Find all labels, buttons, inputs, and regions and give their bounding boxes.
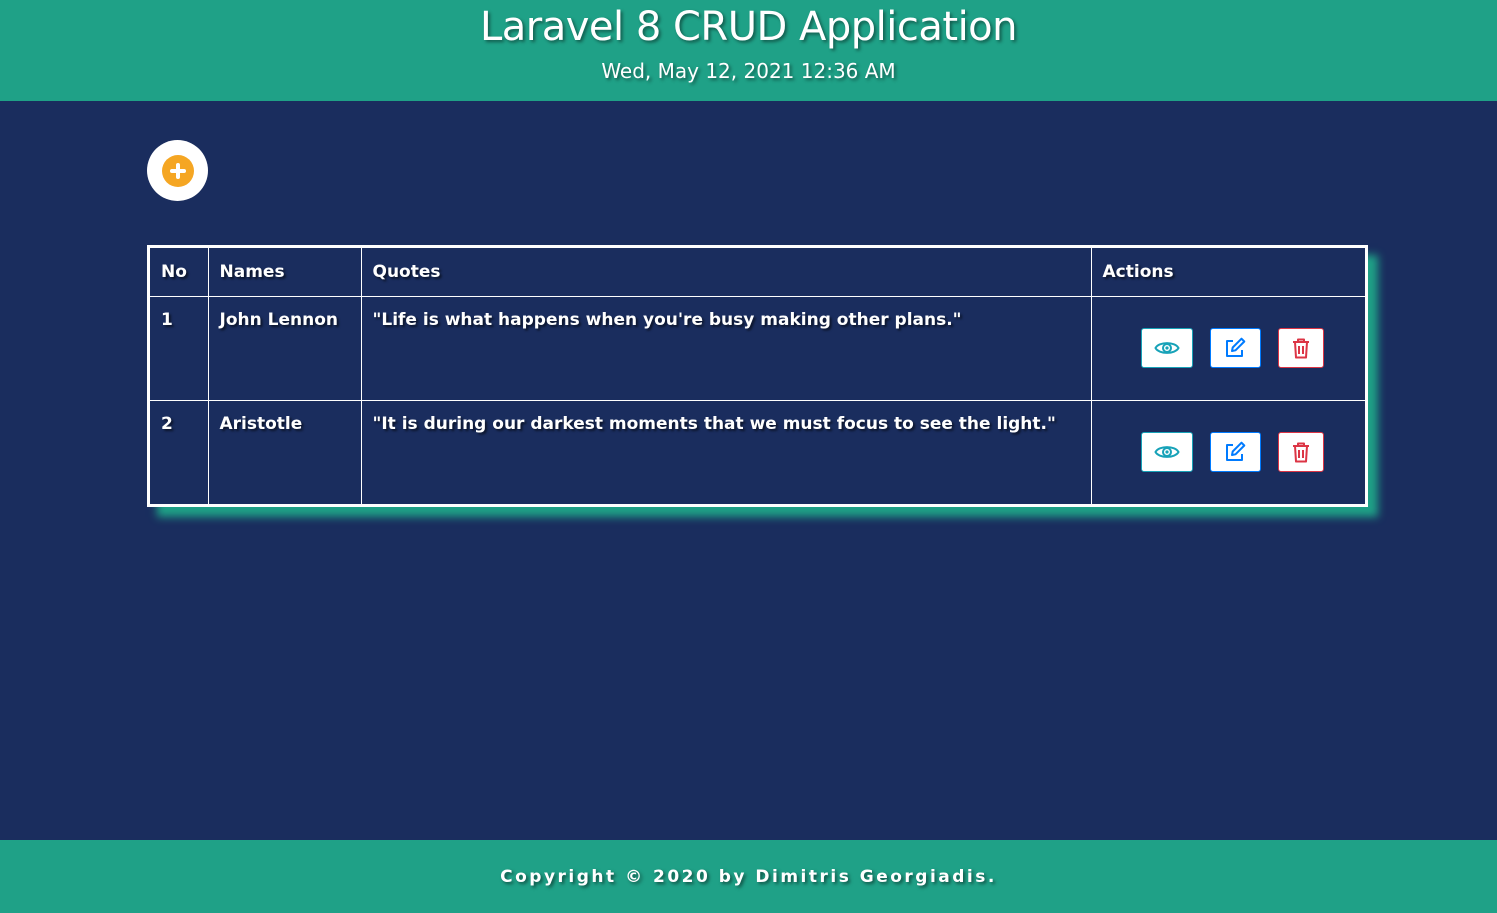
current-datetime: Wed, May 12, 2021 12:36 AM — [601, 59, 896, 83]
row-number: 1 — [150, 295, 209, 401]
table-row: 2 Aristotle "It is during our darkest mo… — [150, 399, 1365, 504]
copyright-text: Copyright © 2020 by Dimitris Georgiadis. — [500, 866, 997, 887]
view-button[interactable] — [1140, 328, 1193, 368]
row-name: Aristotle — [207, 399, 362, 504]
edit-icon — [1226, 441, 1246, 462]
delete-button[interactable] — [1277, 328, 1324, 368]
edit-button[interactable] — [1209, 432, 1261, 473]
row-number: 2 — [150, 399, 209, 504]
delete-button[interactable] — [1277, 432, 1324, 473]
column-header-actions: Actions — [1090, 248, 1365, 297]
trash-icon — [1292, 442, 1309, 463]
row-quote: "Life is what happens when you're busy m… — [360, 295, 1092, 401]
edit-icon — [1226, 337, 1246, 357]
add-quote-button[interactable] — [147, 140, 208, 201]
row-actions — [1090, 295, 1365, 401]
page-title: Laravel 8 CRUD Application — [479, 4, 1018, 50]
eye-icon — [1154, 446, 1180, 459]
quotes-table: No Names Quotes Actions 1 John Lennon "L… — [150, 248, 1365, 504]
quotes-table-container: No Names Quotes Actions 1 John Lennon "L… — [147, 245, 1368, 507]
column-header-no: No — [150, 248, 209, 297]
view-button[interactable] — [1140, 432, 1193, 473]
plus-circle-icon — [161, 154, 194, 187]
row-name: John Lennon — [207, 295, 362, 401]
table-row: 1 John Lennon "Life is what happens when… — [150, 295, 1365, 401]
edit-button[interactable] — [1209, 328, 1261, 368]
column-header-quotes: Quotes — [360, 248, 1092, 297]
column-header-names: Names — [207, 248, 362, 297]
row-quote: "It is during our darkest moments that w… — [360, 399, 1092, 504]
page-header: Laravel 8 CRUD Application Wed, May 12, … — [0, 0, 1497, 101]
page-footer: Copyright © 2020 by Dimitris Georgiadis. — [0, 840, 1497, 913]
trash-icon — [1292, 338, 1309, 359]
table-header-row: No Names Quotes Actions — [150, 248, 1365, 297]
row-actions — [1090, 399, 1365, 504]
eye-icon — [1154, 342, 1180, 354]
